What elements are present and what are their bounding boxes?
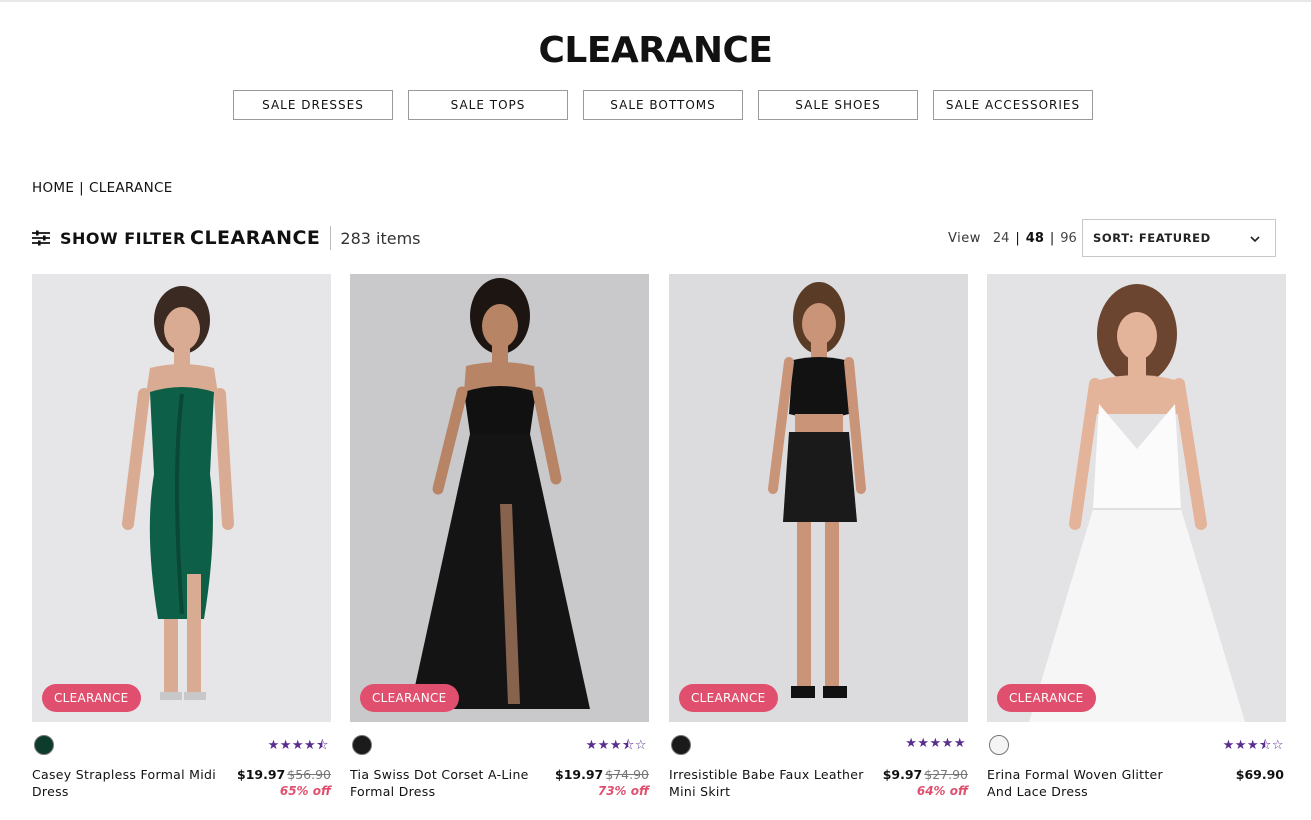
color-swatch[interactable] [989,735,1009,755]
view-per-page: View 24 | 48 | 96 [948,219,1077,257]
color-swatch[interactable] [34,735,54,755]
item-count: 283 items [340,228,421,248]
category-sale-accessories-button[interactable]: SALE ACCESSORIES [933,90,1093,120]
view-option-96[interactable]: 96 [1060,231,1077,246]
view-divider: | [1049,230,1055,246]
product-image-link[interactable]: CLEARANCE [669,274,968,722]
green-dress-image [32,274,331,722]
color-swatch[interactable] [671,735,691,755]
sale-price: $9.97 [882,767,923,782]
color-swatch[interactable] [352,735,372,755]
clearance-badge: CLEARANCE [679,684,778,712]
clearance-badge: CLEARANCE [997,684,1096,712]
breadcrumb-current: CLEARANCE [89,180,173,196]
breadcrumb: HOME | CLEARANCE [32,180,173,196]
view-option-24[interactable]: 24 [993,231,1010,246]
product-name[interactable]: Casey Strapless Formal Midi Dress [32,766,232,800]
product-card: CLEARANCE ★★★⯪☆ Tia Swiss Dot Corset A-L… [350,274,649,799]
category-sale-dresses-button[interactable]: SALE DRESSES [233,90,393,120]
sale-price: $19.97 [555,767,604,782]
category-sale-shoes-button[interactable]: SALE SHOES [758,90,918,120]
product-price: $9.97 $27.90 64% off [883,766,968,800]
original-price: $56.90 [287,767,331,782]
product-image-link[interactable]: CLEARANCE [987,274,1286,722]
filter-sliders-icon [32,230,50,246]
product-image-link[interactable]: CLEARANCE [32,274,331,722]
product-name[interactable]: Irresistible Babe Faux Leather Mini Skir… [669,766,869,800]
view-option-48[interactable]: 48 [1026,231,1044,246]
view-divider: | [1015,230,1020,246]
listing-toolbar: SHOW FILTER CLEARANCE 283 items View 24 … [32,219,1276,257]
page-title: CLEARANCE [538,30,773,71]
product-card: CLEARANCE ★★★★★ Irresistible Babe Faux L… [669,274,968,799]
category-sale-tops-button[interactable]: SALE TOPS [408,90,568,120]
chevron-down-icon [1250,236,1260,243]
product-image-link[interactable]: CLEARANCE [350,274,649,722]
listing-title: CLEARANCE [190,226,332,250]
product-meta: ★★★★★ [669,722,968,766]
discount-label: 65% off [279,784,331,798]
top-divider [0,0,1311,2]
product-card: CLEARANCE ★★★★⯪ Casey Strapless Formal M… [32,274,331,799]
product-name[interactable]: Tia Swiss Dot Corset A-Line Formal Dress [350,766,550,800]
star-rating-icon: ★★★★★ [905,736,966,751]
star-rating-icon: ★★★⯪☆ [1222,738,1284,753]
product-meta: ★★★⯪☆ [350,722,649,766]
clearance-badge: CLEARANCE [360,684,459,712]
product-price: $69.90 [1236,766,1286,783]
star-rating-icon: ★★★★⯪ [267,738,329,753]
show-filter-label: SHOW FILTER [60,228,186,248]
black-gown-image [350,274,649,722]
product-card: CLEARANCE ★★★⯪☆ Erina Formal Woven Glitt… [987,274,1286,799]
category-nav: SALE DRESSES SALE TOPS SALE BOTTOMS SALE… [233,90,1093,120]
original-price: $74.90 [605,767,649,782]
product-meta: ★★★⯪☆ [987,722,1286,766]
discount-label: 73% off [597,784,649,798]
sale-price: $19.97 [237,767,286,782]
white-dress-image [987,274,1286,722]
star-rating-icon: ★★★⯪☆ [585,738,647,753]
leather-skirt-image [669,274,968,722]
product-price: $19.97 $74.90 73% off [555,766,649,800]
breadcrumb-separator: | [79,180,85,196]
view-label: View [948,230,981,246]
show-filter-button[interactable]: SHOW FILTER [32,219,186,257]
discount-label: 64% off [916,784,968,798]
clearance-badge: CLEARANCE [42,684,141,712]
product-meta: ★★★★⯪ [32,722,331,766]
category-sale-bottoms-button[interactable]: SALE BOTTOMS [583,90,743,120]
product-name[interactable]: Erina Formal Woven Glitter And Lace Dres… [987,766,1187,800]
breadcrumb-home-link[interactable]: HOME [32,180,74,196]
original-price: $27.90 [924,767,968,782]
sale-price: $69.90 [1235,767,1284,782]
product-price: $19.97 $56.90 65% off [237,766,331,800]
sort-selected-value: SORT: FEATURED [1093,231,1211,245]
sort-dropdown[interactable]: SORT: FEATURED [1082,219,1276,257]
listing-heading: CLEARANCE 283 items [190,219,421,257]
